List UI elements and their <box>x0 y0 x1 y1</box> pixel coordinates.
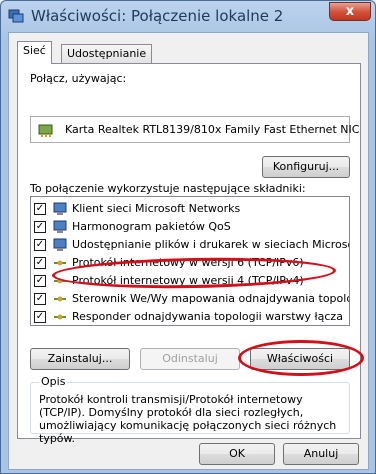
list-item[interactable]: ✓ Harmonogram pakietów QoS <box>34 219 344 236</box>
item-label: Protokół internetowy w wersji 6 (TCP/IPv… <box>72 256 304 269</box>
item-label: Sterownik We/Wy mapowania odnajdywania t… <box>72 292 350 305</box>
checkbox[interactable]: ✓ <box>34 275 46 287</box>
network-connection-icon <box>8 9 24 23</box>
checkbox[interactable]: ✓ <box>34 311 46 323</box>
protocol-icon <box>54 314 66 320</box>
components-label: To połączenie wykorzystuje następujące s… <box>30 182 306 195</box>
checkbox[interactable]: ✓ <box>34 239 46 251</box>
network-tab-panel: Połącz, używając: Karta Realtek RTL8139/… <box>17 63 364 445</box>
window-title: Właściwości: Połączenie lokalne 2 <box>31 7 284 25</box>
item-label: Responder odnajdywania topologii warstwy… <box>72 310 343 323</box>
list-item[interactable]: ✓ Klient sieci Microsoft Networks <box>34 201 344 218</box>
list-item[interactable]: ✓ Responder odnajdywania topologii warst… <box>34 309 344 325</box>
protocol-icon <box>54 296 66 302</box>
item-label: Klient sieci Microsoft Networks <box>72 202 241 215</box>
install-button[interactable]: Zainstaluj... <box>30 348 130 370</box>
adapter-name: Karta Realtek RTL8139/810x Family Fast E… <box>65 123 360 136</box>
network-adapter-icon <box>38 124 53 137</box>
configure-button[interactable]: Konfiguruj... <box>262 156 350 178</box>
connect-using-label: Połącz, używając: <box>30 72 127 85</box>
tab-sharing[interactable]: Udostępnianie <box>61 44 153 63</box>
ok-button[interactable]: OK <box>199 443 275 465</box>
properties-dialog: Właściwości: Połączenie lokalne 2 x Sieć… <box>0 0 376 474</box>
item-label: Protokół internetowy w wersji 4 (TCP/IPv… <box>72 274 304 287</box>
list-item[interactable]: ✓ Udostępnianie plików i drukarek w siec… <box>34 237 349 254</box>
protocol-icon <box>54 278 66 284</box>
description-text: Protokół kontroli transmisji/Protokół in… <box>39 393 337 445</box>
protocol-icon <box>54 260 66 266</box>
uninstall-button[interactable]: Odinstaluj <box>140 348 240 370</box>
list-item[interactable]: ✓ Protokół internetowy w wersji 6 (TCP/I… <box>34 255 344 272</box>
checkbox[interactable]: ✓ <box>34 293 46 305</box>
tab-network[interactable]: Sieć <box>17 41 52 64</box>
item-label: Harmonogram pakietów QoS <box>72 220 231 233</box>
adapter-field: Karta Realtek RTL8139/810x Family Fast E… <box>30 116 359 143</box>
description-group: Opis Protokół kontroli transmisji/Protok… <box>30 375 350 445</box>
description-title: Opis <box>39 375 68 388</box>
checkbox[interactable]: ✓ <box>34 257 46 269</box>
close-button[interactable]: x <box>329 2 371 21</box>
checkbox[interactable]: ✓ <box>34 203 46 215</box>
components-list: ✓ Klient sieci Microsoft Networks ✓ Harm… <box>30 196 350 326</box>
service-icon <box>53 238 67 251</box>
title-bar[interactable]: Właściwości: Połączenie lokalne 2 x <box>1 1 375 31</box>
dialog-client-area: Sieć Udostępnianie Połącz, używając: Kar… <box>8 32 369 470</box>
client-icon <box>53 202 67 215</box>
checkbox[interactable]: ✓ <box>34 221 46 233</box>
item-label: Udostępnianie plików i drukarek w siecia… <box>72 238 349 251</box>
properties-button[interactable]: Właściwości <box>250 348 350 370</box>
list-item[interactable]: ✓ Sterownik We/Wy mapowania odnajdywania… <box>34 291 349 308</box>
cancel-button[interactable]: Anuluj <box>283 443 359 465</box>
list-item[interactable]: ✓ Protokół internetowy w wersji 4 (TCP/I… <box>34 273 344 290</box>
service-icon <box>53 220 67 233</box>
